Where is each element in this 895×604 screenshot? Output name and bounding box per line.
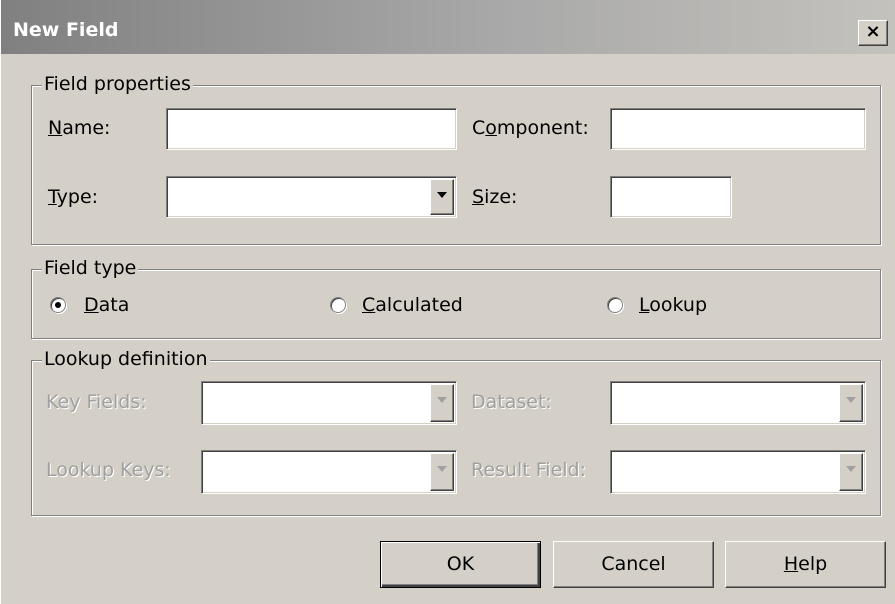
type-label: Type: [48, 186, 99, 208]
name-field[interactable] [166, 108, 457, 150]
close-icon: × [865, 21, 881, 42]
key-fields-label: Key Fields: [46, 391, 147, 413]
chevron-down-icon [437, 466, 447, 472]
size-label: Size: [472, 186, 518, 208]
chevron-down-icon [846, 397, 856, 403]
chevron-down-icon [846, 466, 856, 472]
key-fields-dropdown[interactable] [201, 381, 457, 425]
radio-lookup-label[interactable]: Lookup [639, 294, 707, 316]
help-button[interactable]: Help [725, 541, 886, 588]
chevron-down-icon [437, 397, 447, 403]
ok-button[interactable]: OK [380, 541, 541, 588]
lookup-keys-label: Lookup Keys: [46, 459, 171, 481]
result-field-label: Result Field: [471, 459, 587, 481]
new-field-dialog: New Field × Field properties Name: Compo… [0, 0, 895, 604]
radio-calculated-label[interactable]: Calculated [362, 294, 463, 316]
type-dropdown[interactable] [166, 176, 457, 218]
title-bar[interactable]: New Field × [1, 0, 895, 54]
dataset-label: Dataset: [471, 391, 552, 413]
radio-data[interactable] [50, 297, 66, 313]
name-label: Name: [48, 117, 111, 139]
radio-lookup[interactable] [607, 297, 623, 313]
key-fields-dropdown-button[interactable] [430, 384, 454, 422]
dataset-dropdown[interactable] [610, 381, 866, 425]
radio-selected-dot [55, 302, 61, 308]
dataset-dropdown-button[interactable] [839, 384, 863, 422]
field-type-legend: Field type [42, 257, 139, 279]
window-title: New Field [13, 19, 119, 41]
lookup-keys-dropdown-button[interactable] [430, 453, 454, 491]
component-field[interactable] [610, 108, 866, 150]
type-dropdown-button[interactable] [430, 179, 454, 215]
size-field[interactable] [610, 176, 732, 218]
component-label: Component: [472, 117, 589, 139]
lookup-keys-dropdown[interactable] [201, 450, 457, 494]
radio-data-label[interactable]: Data [84, 294, 129, 316]
cancel-button[interactable]: Cancel [553, 541, 714, 588]
result-field-dropdown-button[interactable] [839, 453, 863, 491]
lookup-definition-legend: Lookup definition [42, 348, 210, 370]
close-button[interactable]: × [858, 20, 888, 46]
field-properties-legend: Field properties [42, 73, 193, 95]
radio-calculated[interactable] [330, 297, 346, 313]
result-field-dropdown[interactable] [610, 450, 866, 494]
chevron-down-icon [437, 192, 447, 198]
